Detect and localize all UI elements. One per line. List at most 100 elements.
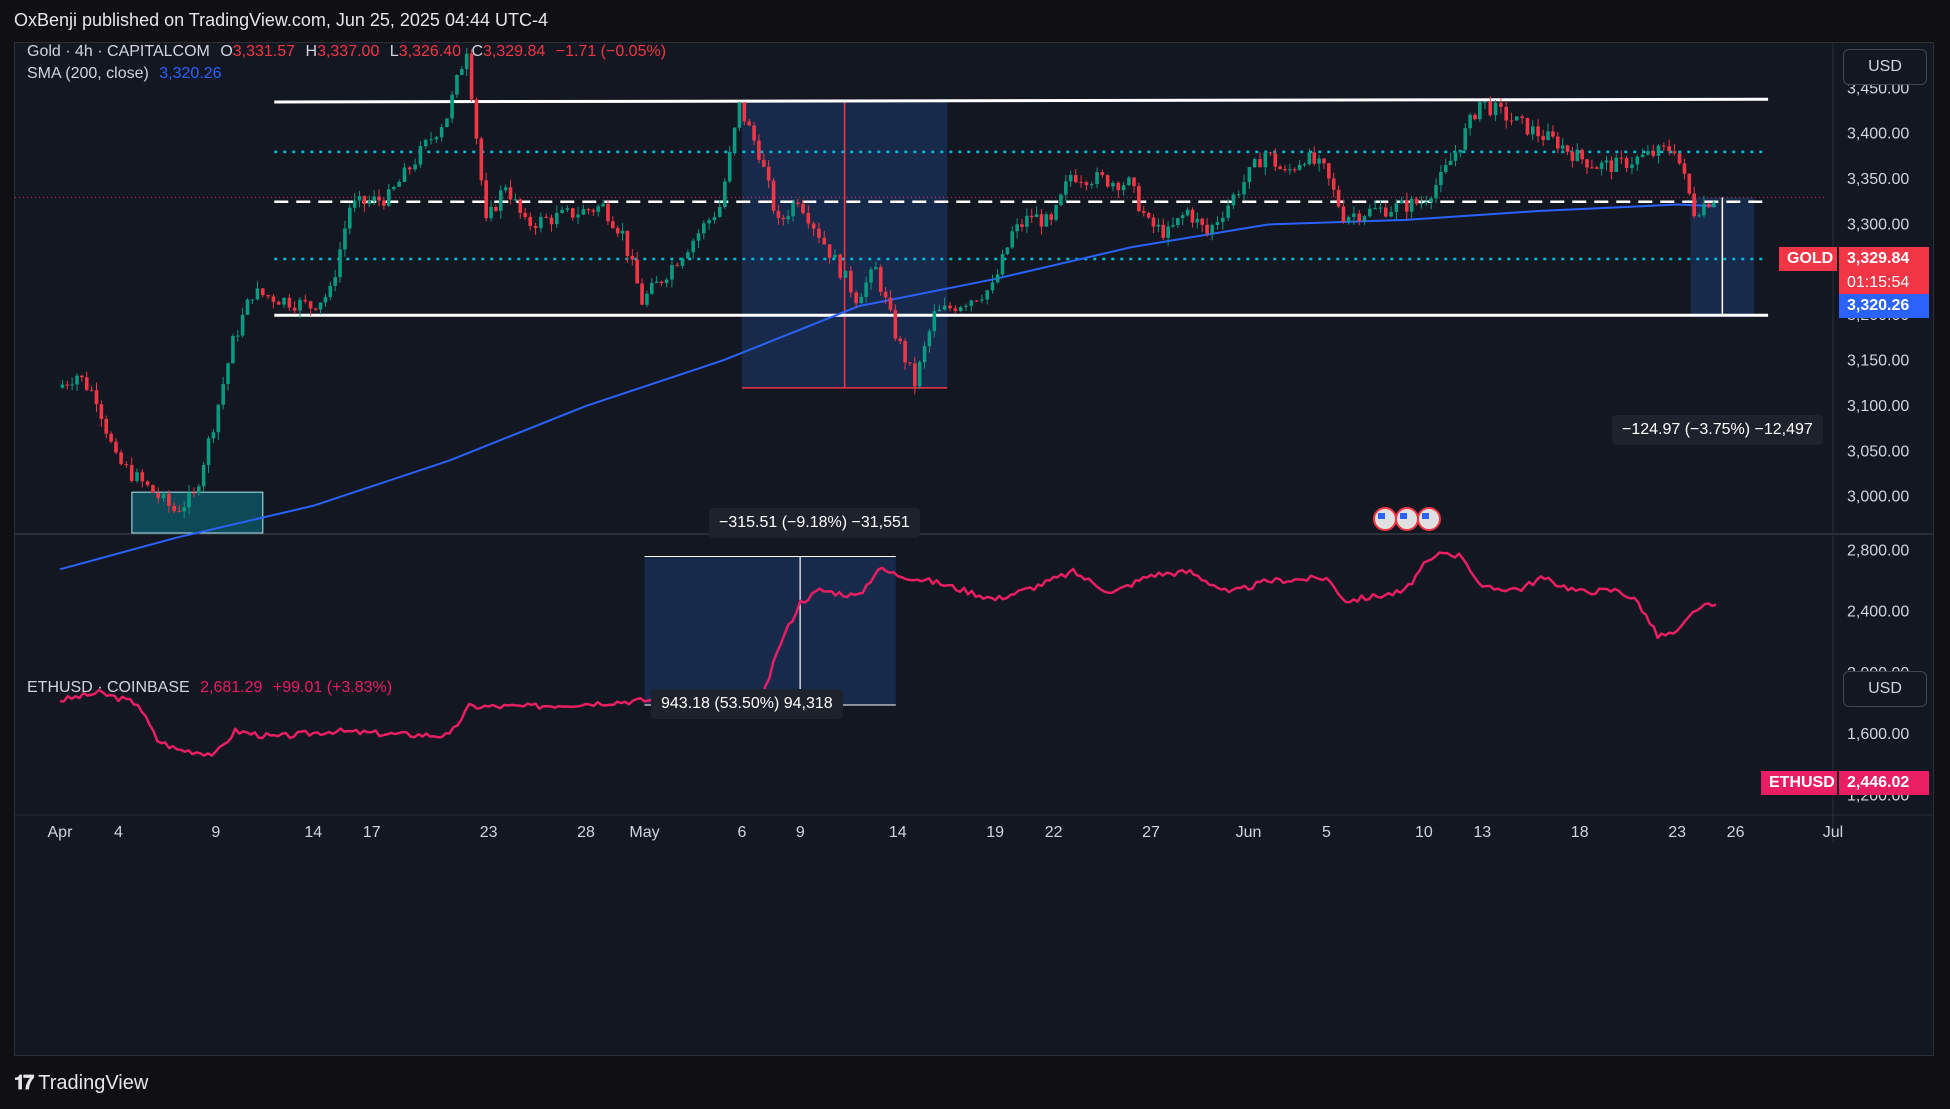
x-tick: May (629, 824, 659, 841)
candle-body (216, 404, 221, 433)
candle-body (1221, 217, 1225, 223)
candle-body (1000, 254, 1005, 275)
candle-body (806, 213, 811, 224)
candle-body (581, 209, 586, 215)
candle-body (196, 486, 201, 493)
candle-body (109, 433, 113, 442)
candle-body (192, 492, 196, 494)
candle-body (1105, 175, 1110, 187)
candle-body (1297, 164, 1302, 170)
candle-body (323, 296, 328, 303)
candle-body (980, 299, 984, 301)
candle-body (1429, 198, 1433, 203)
candle-body (576, 214, 580, 218)
candle-body (489, 206, 493, 219)
high-label: H (305, 43, 318, 60)
candle-body (625, 230, 630, 257)
candle-body (114, 441, 118, 453)
candle-body (707, 220, 711, 224)
candle-body (654, 281, 659, 283)
candle-body (974, 300, 979, 302)
candle-body (1025, 215, 1029, 227)
candle-body (1331, 178, 1336, 190)
candle-body (1180, 215, 1185, 219)
candle-body (382, 200, 386, 206)
candle-body (1068, 175, 1073, 182)
candle-body (182, 507, 186, 512)
candle-body (1307, 152, 1312, 165)
candle-body (833, 254, 837, 258)
footer-brand[interactable]: 𝟏𝟕 TradingView (14, 1072, 148, 1095)
chart-canvas[interactable]: 3,000.003,050.003,100.003,150.003,200.00… (15, 43, 1933, 1055)
gold-measure-label-2: −124.97 (−3.75%) −12,497 (1612, 415, 1823, 445)
candle-body (908, 362, 912, 364)
candle-body (1640, 154, 1645, 157)
candle-body (1414, 198, 1419, 204)
candle-body (1190, 209, 1195, 223)
candle-body (333, 277, 337, 286)
candle-body (1656, 145, 1661, 156)
candle-body (1226, 205, 1230, 218)
close-label: C (471, 43, 483, 60)
candle-body (903, 340, 907, 363)
gold-y-tick: 3,150.00 (1847, 353, 1909, 370)
candle-body (937, 309, 942, 312)
candle-body (686, 252, 690, 259)
gold-y-tick: 3,400.00 (1847, 126, 1909, 143)
candle-body (1541, 136, 1545, 140)
candle-body (402, 167, 407, 182)
candle-body (1231, 194, 1236, 206)
candle-body (1034, 214, 1039, 218)
gold-y-tick: 3,350.00 (1847, 171, 1909, 188)
candle-body (167, 493, 171, 506)
candle-body (75, 375, 79, 385)
candle-body (407, 167, 412, 170)
x-tick: 23 (1668, 824, 1686, 841)
candle-body (591, 210, 596, 212)
candle-body (565, 208, 570, 210)
candle-body (372, 196, 376, 201)
candle-body (1064, 181, 1068, 195)
candle-body (702, 223, 706, 234)
candle-body (533, 225, 538, 229)
chart-frame[interactable]: 3,000.003,050.003,100.003,150.003,200.00… (14, 42, 1934, 1056)
eth-measure-box (644, 556, 896, 705)
candle-body (630, 256, 635, 260)
x-tick: 5 (1322, 824, 1331, 841)
candle-body (1692, 193, 1696, 217)
candle-body (883, 291, 888, 298)
candle-body (771, 180, 776, 211)
eth-currency-button[interactable]: USD (1843, 671, 1927, 707)
candle-body (1536, 126, 1540, 137)
gold-currency-button[interactable]: USD (1843, 49, 1927, 85)
gold-y-tick: 3,300.00 (1847, 216, 1909, 233)
candle-body (570, 208, 575, 218)
candle-body (1546, 131, 1550, 140)
candle-body (781, 217, 786, 220)
candle-body (1317, 158, 1321, 164)
candle-body (1373, 208, 1377, 210)
candle-body (434, 137, 439, 140)
x-tick: 22 (1045, 824, 1063, 841)
candle-body (615, 228, 620, 234)
candle-body (801, 203, 805, 214)
candle-body (235, 335, 240, 337)
candle-body (859, 296, 864, 304)
candle-body (140, 472, 145, 482)
candle-body (1073, 175, 1078, 183)
candle-body (1357, 213, 1361, 221)
gold-countdown-tag: 01:15:54 (1839, 271, 1929, 295)
candle-body (347, 207, 352, 229)
candle-body (1530, 126, 1535, 135)
candle-body (913, 363, 917, 387)
candle-body (187, 492, 191, 508)
candle-body (231, 335, 235, 364)
candle-body (303, 299, 308, 302)
eth-measure-label: 943.18 (53.50%) 94,318 (651, 689, 843, 719)
candle-body (1368, 208, 1372, 217)
candle-body (1054, 205, 1058, 220)
candle-body (596, 206, 601, 212)
candle-body (474, 99, 479, 139)
candle-body (161, 493, 166, 499)
sma-legend: SMA (200, close) 3,320.26 (27, 65, 228, 83)
